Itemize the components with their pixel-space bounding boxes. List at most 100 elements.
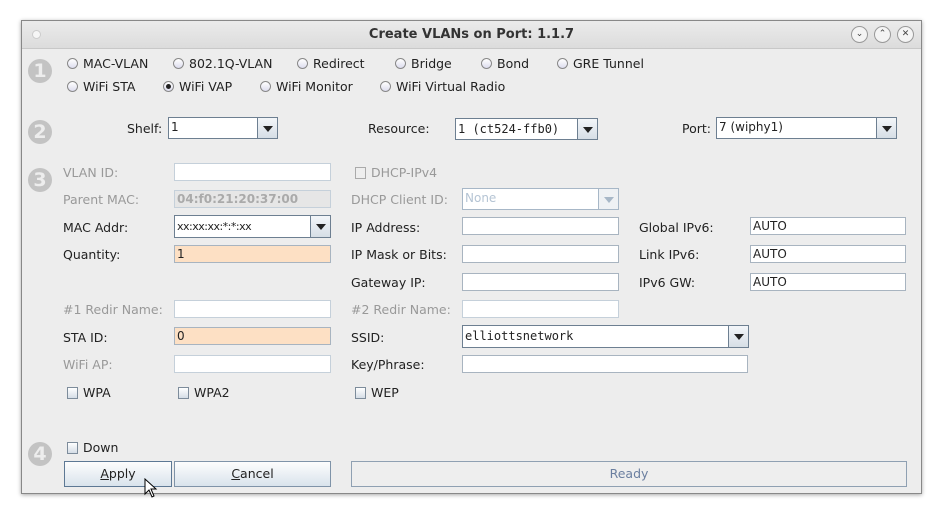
gateway-ip-input[interactable] (462, 273, 619, 291)
radio-label: WiFi Virtual Radio (396, 79, 506, 94)
shelf-value: 1 (171, 120, 179, 134)
dhcp-ipv4-checkbox[interactable]: DHCP-IPv4 (355, 165, 437, 180)
shelf-select[interactable]: 1 (168, 117, 278, 139)
radio-label: 802.1Q-VLAN (189, 56, 273, 71)
gateway-ip-label: Gateway IP: (351, 275, 426, 290)
wpa-checkbox[interactable]: WPA (67, 385, 111, 400)
dhcp-client-select[interactable]: None (462, 188, 619, 210)
radio-label: GRE Tunnel (573, 56, 644, 71)
radio-wifi-monitor[interactable]: WiFi Monitor (260, 79, 353, 94)
link-ipv6-label: Link IPv6: (639, 247, 700, 262)
key-phrase-input[interactable] (462, 355, 748, 373)
status-bar: Ready (351, 461, 907, 487)
wifi-ap-input[interactable] (174, 355, 331, 373)
port-value: 7 (wiphy1) (719, 120, 783, 134)
radio-bond[interactable]: Bond (481, 56, 529, 71)
wep-checkbox[interactable]: WEP (355, 385, 399, 400)
quantity-label: Quantity: (63, 247, 121, 262)
port-select[interactable]: 7 (wiphy1) (716, 117, 897, 139)
global-ipv6-label: Global IPv6: (639, 220, 714, 235)
minimize-icon[interactable]: ⌄ (851, 26, 868, 43)
radio-icon (380, 81, 391, 92)
step-2-badge: 2 (28, 120, 52, 144)
ssid-label: SSID: (351, 330, 385, 345)
ip-address-input[interactable] (462, 217, 619, 235)
radio-redirect[interactable]: Redirect (297, 56, 365, 71)
sta-id-input[interactable]: 0 (174, 327, 331, 345)
checkbox-label: WEP (371, 385, 399, 400)
checkbox-label: WPA2 (194, 385, 230, 400)
chevron-down-icon[interactable] (876, 118, 896, 138)
radio-wifi-virtual-radio[interactable]: WiFi Virtual Radio (380, 79, 505, 94)
dhcp-client-label: DHCP Client ID: (351, 192, 448, 207)
down-checkbox[interactable]: Down (67, 440, 118, 455)
title-bar: Create VLANs on Port: 1.1.7 ⌄ ⌃ ✕ (22, 21, 921, 49)
global-ipv6-input[interactable]: AUTO (750, 217, 906, 235)
radio-8021q-vlan[interactable]: 802.1Q-VLAN (173, 56, 272, 71)
parent-mac-label: Parent MAC: (63, 192, 140, 207)
checkbox-label: Down (83, 440, 119, 455)
checkbox-icon (178, 386, 189, 399)
dhcp-client-value: None (465, 191, 497, 205)
redir2-input[interactable] (462, 300, 619, 318)
link-ipv6-input[interactable]: AUTO (750, 245, 906, 263)
radio-icon (395, 58, 406, 69)
radio-label: Redirect (313, 56, 365, 71)
radio-label: WiFi STA (83, 79, 136, 94)
chevron-down-icon[interactable] (577, 119, 597, 139)
checkbox-icon (355, 386, 366, 399)
port-label: Port: (682, 121, 711, 136)
redir1-input[interactable] (174, 300, 331, 318)
ip-mask-input[interactable] (462, 245, 619, 263)
quantity-input[interactable]: 1 (174, 245, 331, 263)
cancel-button[interactable]: Cancel (174, 461, 331, 487)
radio-label: MAC-VLAN (83, 56, 149, 71)
ip-address-label: IP Address: (351, 220, 421, 235)
mac-addr-combo[interactable]: xx:xx:xx:*:*:xx (174, 215, 331, 238)
mac-addr-value[interactable]: xx:xx:xx:*:*:xx (177, 220, 252, 233)
ssid-value[interactable]: elliottsnetwork (465, 329, 573, 343)
ipv6-gw-input[interactable]: AUTO (750, 273, 906, 291)
wifi-ap-label: WiFi AP: (63, 357, 113, 372)
mouse-cursor-icon (144, 478, 158, 498)
chevron-down-icon[interactable] (310, 216, 330, 237)
vlan-id-input[interactable] (174, 163, 331, 181)
radio-wifi-sta[interactable]: WiFi STA (67, 79, 135, 94)
ip-mask-label: IP Mask or Bits: (351, 247, 447, 262)
wpa2-checkbox[interactable]: WPA2 (178, 385, 230, 400)
radio-wifi-vap[interactable]: WiFi VAP (163, 79, 232, 94)
radio-icon (67, 58, 78, 69)
radio-bridge[interactable]: Bridge (395, 56, 452, 71)
chevron-down-icon[interactable] (257, 118, 277, 138)
checkbox-icon (355, 166, 366, 179)
shelf-label: Shelf: (127, 121, 163, 136)
resource-select[interactable]: 1 (ct524-ffb0) (455, 118, 598, 140)
redir2-label: #2 Redir Name: (351, 302, 451, 317)
radio-icon (481, 58, 492, 69)
resource-label: Resource: (368, 121, 430, 136)
checkbox-icon (67, 441, 78, 454)
checkbox-label: WPA (83, 385, 111, 400)
maximize-icon[interactable]: ⌃ (874, 26, 891, 43)
ipv6-gw-label: IPv6 GW: (639, 275, 696, 290)
radio-label: WiFi Monitor (276, 79, 353, 94)
step-1-badge: 1 (28, 59, 52, 83)
radio-gre-tunnel[interactable]: GRE Tunnel (557, 56, 644, 71)
sta-id-label: STA ID: (63, 330, 108, 345)
ssid-combo[interactable]: elliottsnetwork (462, 325, 749, 348)
radio-icon (67, 81, 78, 92)
checkbox-label: DHCP-IPv4 (371, 165, 438, 180)
chevron-down-icon[interactable] (598, 189, 618, 209)
vlan-id-label: VLAN ID: (63, 165, 119, 180)
radio-icon (260, 81, 271, 92)
window-title: Create VLANs on Port: 1.1.7 (368, 27, 575, 42)
close-icon[interactable]: ✕ (897, 26, 914, 43)
key-phrase-label: Key/Phrase: (351, 357, 425, 372)
radio-label: WiFi VAP (179, 79, 233, 94)
step-4-badge: 4 (28, 442, 52, 466)
radio-mac-vlan[interactable]: MAC-VLAN (67, 56, 148, 71)
chevron-down-icon[interactable] (728, 326, 748, 347)
create-vlans-dialog: Create VLANs on Port: 1.1.7 ⌄ ⌃ ✕ 1 2 3 … (21, 20, 922, 494)
checkbox-icon (67, 386, 78, 399)
parent-mac-input: 04:f0:21:20:37:00 (174, 190, 331, 208)
